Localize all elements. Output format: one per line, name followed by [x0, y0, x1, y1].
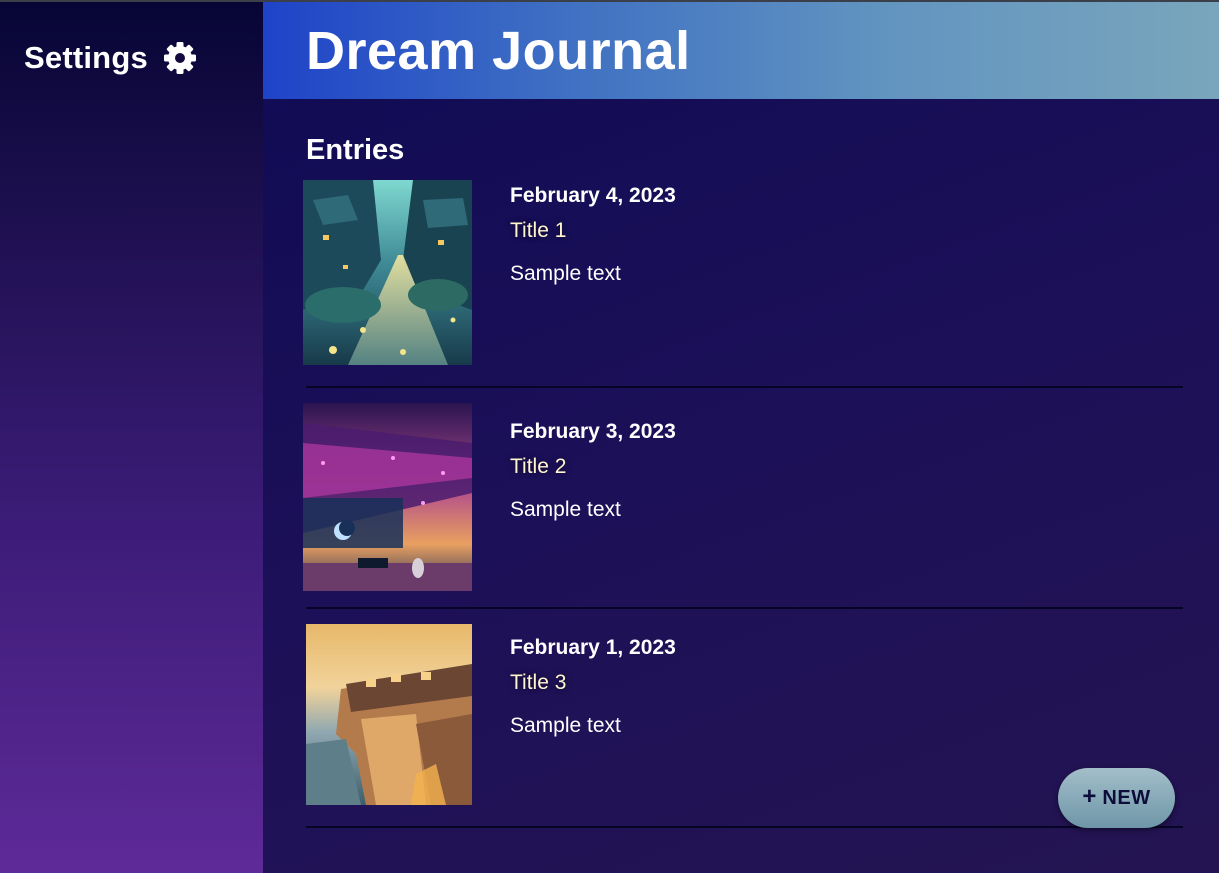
app-header: Dream Journal	[263, 2, 1219, 99]
entry-date: February 4, 2023	[510, 184, 676, 207]
new-entry-button[interactable]: + NEW	[1058, 768, 1175, 828]
entry-item[interactable]: February 4, 2023 Title 1 Sample text	[303, 180, 1183, 366]
settings-button[interactable]: Settings	[24, 38, 198, 78]
entry-date: February 1, 2023	[510, 636, 676, 659]
entry-title: Title 3	[510, 671, 567, 694]
entry-text: Sample text	[510, 714, 621, 737]
entries-heading: Entries	[306, 134, 405, 166]
entry-title: Title 2	[510, 455, 567, 478]
entry-title: Title 1	[510, 219, 567, 242]
entry-thumbnail	[303, 180, 472, 365]
gear-icon	[163, 42, 196, 74]
new-entry-label: NEW	[1102, 786, 1151, 809]
entry-text: Sample text	[510, 262, 621, 285]
entry-thumbnail	[303, 403, 472, 591]
entry-text: Sample text	[510, 498, 621, 521]
entries-panel: Entries February 4, 2023 Title 1 Sample …	[263, 99, 1219, 873]
settings-label: Settings	[24, 40, 148, 75]
entry-thumbnail	[306, 624, 472, 805]
entry-item[interactable]: February 3, 2023 Title 2 Sample text	[303, 403, 1183, 593]
entry-divider	[306, 386, 1183, 388]
entry-divider	[306, 826, 1183, 828]
entry-date: February 3, 2023	[510, 420, 676, 443]
entry-item[interactable]: February 1, 2023 Title 3 Sample text	[303, 624, 1183, 806]
app-title: Dream Journal	[306, 21, 691, 81]
plus-icon: +	[1082, 782, 1097, 810]
sidebar: Settings	[0, 2, 263, 873]
entry-divider	[306, 607, 1183, 609]
